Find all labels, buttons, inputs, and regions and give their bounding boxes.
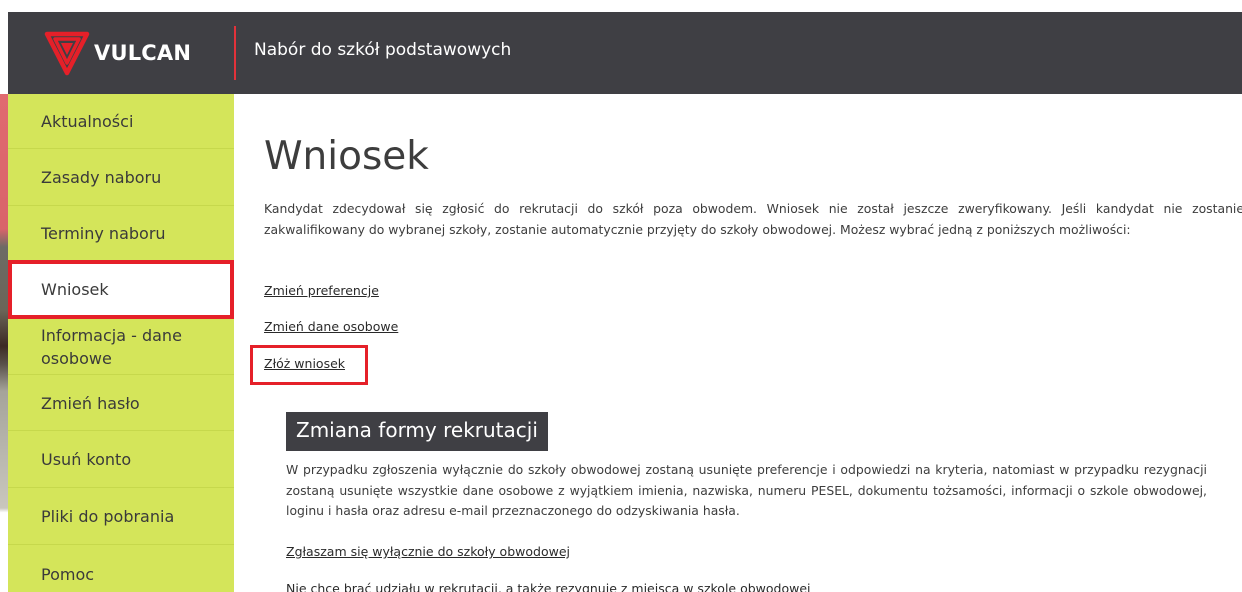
sidebar-item-label: Zasady naboru	[41, 168, 162, 187]
sidebar-item-label: Usuń konto	[41, 450, 132, 469]
sidebar-item-usun-konto[interactable]: Usuń konto	[8, 432, 234, 488]
sidebar-item-label: Informacja - dane osobowe	[41, 325, 182, 368]
sidebar-item-label: Aktualności	[41, 111, 134, 131]
decorative-photo-strip	[0, 94, 8, 544]
sidebar-item-label: Zmień hasło	[41, 393, 140, 413]
sidebar-item-label: Terminy naboru	[41, 224, 166, 243]
logo-text: VULCAN	[94, 41, 192, 65]
intro-text: Kandydat zdecydował się zgłosić do rekru…	[264, 201, 1242, 237]
submit-application-link[interactable]: Złóż wniosek	[264, 356, 345, 371]
sidebar-item-pomoc[interactable]: Pomoc	[8, 546, 234, 592]
sidebar-item-terminy-naboru[interactable]: Terminy naboru	[8, 207, 234, 261]
sidebar-item-zasady-naboru[interactable]: Zasady naboru	[8, 150, 234, 206]
sidebar-item-aktualnosci[interactable]: Aktualności	[8, 94, 234, 149]
app-title: Nabór do szkół podstawowych	[254, 40, 512, 60]
vulcan-shield-icon	[44, 31, 90, 76]
sidebar-item-pliki-do-pobrania[interactable]: Pliki do pobrania	[8, 489, 234, 545]
resign-from-recruitment-link[interactable]: Nie chcę brać udziału w rekrutacji, a ta…	[286, 581, 811, 592]
sidebar-item-label: Pliki do pobrania	[41, 507, 175, 526]
change-personal-data-link[interactable]: Zmień dane osobowe	[264, 319, 398, 334]
section-body-text: W przypadku zgłoszenia wyłącznie do szko…	[286, 462, 1207, 518]
sidebar-item-label: Wniosek	[41, 280, 109, 299]
sidebar-item-label: Pomoc	[41, 564, 95, 584]
sidebar-item-wniosek[interactable]: Wniosek	[8, 260, 234, 319]
page-title: Wniosek	[264, 134, 429, 179]
header-divider	[234, 26, 236, 80]
top-header: VULCAN Nabór do szkół podstawowych	[8, 12, 1242, 94]
main-content: Wniosek Kandydat zdecydował się zgłosić …	[234, 94, 1242, 592]
vulcan-logo[interactable]: VULCAN	[44, 24, 191, 82]
top-strip	[0, 0, 1242, 12]
sidebar-item-zmien-haslo[interactable]: Zmień hasło	[8, 376, 234, 431]
section-heading: Zmiana formy rekrutacji	[286, 412, 548, 451]
sidebar-item-informacja-dane-osobowe[interactable]: Informacja - dane osobowe	[8, 319, 234, 375]
district-school-only-link[interactable]: Zgłaszam się wyłącznie do szkoły obwodow…	[286, 544, 570, 559]
change-preferences-link[interactable]: Zmień preferencje	[264, 283, 379, 298]
sidebar-nav: Aktualności Zasady naboru Terminy naboru…	[8, 94, 234, 592]
